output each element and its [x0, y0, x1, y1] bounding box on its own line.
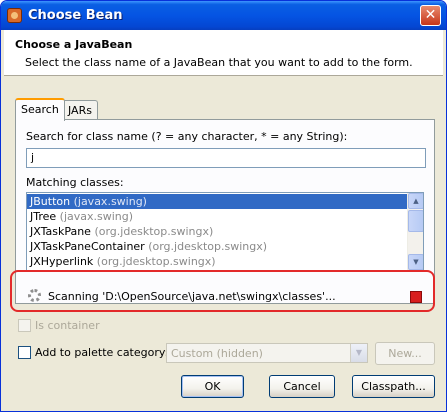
class-name: JXTaskPane — [30, 225, 91, 238]
list-item[interactable]: JTree (javax.swing) — [27, 209, 408, 224]
palette-category-value: Custom (hidden) — [171, 347, 263, 360]
class-name: JTree — [30, 210, 57, 223]
class-package: (javax.swing) — [59, 210, 134, 223]
list-item[interactable]: JXTaskPaneContainer (org.jdesktop.swingx… — [27, 239, 408, 254]
spinner-icon — [28, 289, 41, 302]
cancel-button[interactable]: Cancel — [269, 375, 335, 398]
search-label: Search for class name (? = any character… — [26, 130, 348, 143]
tab-search[interactable]: Search — [15, 98, 65, 121]
add-to-palette-label: Add to palette category: — [35, 346, 169, 359]
tab-search-label: Search — [21, 103, 59, 116]
search-input[interactable]: j — [26, 148, 426, 168]
matching-classes-list[interactable]: JButton (javax.swing) JTree (javax.swing… — [26, 192, 424, 271]
class-name: JXHyperlink — [30, 255, 94, 268]
header-description: Select the class name of a JavaBean that… — [25, 56, 413, 69]
scan-status-row: Scanning 'D:\OpenSource\java.net\swingx\… — [26, 286, 430, 308]
window-title: Choose Bean — [28, 8, 123, 23]
is-container-checkbox[interactable] — [18, 319, 31, 332]
class-package: (javax.swing) — [73, 195, 147, 208]
ok-button[interactable]: OK — [181, 375, 244, 398]
list-item[interactable]: JXTaskPane (org.jdesktop.swingx) — [27, 224, 408, 239]
new-category-button[interactable]: New... — [375, 342, 435, 365]
list-scrollbar[interactable]: ▲ ▼ — [407, 193, 423, 270]
list-item[interactable]: JXHyperlink (org.jdesktop.swingx) — [27, 254, 408, 269]
choose-bean-dialog: Choose Bean ✕ Choose a JavaBean Select t… — [0, 0, 447, 412]
tab-jars[interactable]: JARs — [62, 100, 98, 121]
app-icon — [7, 8, 22, 23]
header-panel: Choose a JavaBean Select the class name … — [4, 30, 443, 76]
title-bar[interactable]: Choose Bean ✕ — [1, 1, 446, 30]
close-icon: ✕ — [424, 7, 437, 23]
scroll-down-button[interactable]: ▼ — [408, 254, 423, 270]
chevron-up-icon: ▲ — [413, 197, 419, 205]
chevron-down-icon: ▼ — [413, 258, 419, 266]
scroll-up-button[interactable]: ▲ — [408, 193, 423, 209]
tab-jars-label: JARs — [68, 104, 92, 117]
classpath-button[interactable]: Classpath... — [352, 375, 435, 398]
search-tab-panel: Search for class name (? = any character… — [15, 119, 435, 304]
header-title: Choose a JavaBean — [15, 38, 133, 51]
list-item[interactable]: JButton (javax.swing) — [27, 194, 408, 209]
stop-scan-button[interactable] — [410, 291, 422, 303]
scan-status-text: Scanning 'D:\OpenSource\java.net\swingx\… — [48, 290, 336, 303]
chevron-down-icon[interactable]: ▼ — [350, 344, 367, 362]
close-button[interactable]: ✕ — [420, 5, 441, 26]
class-name: JXTaskPaneContainer — [30, 240, 145, 253]
scroll-thumb[interactable] — [408, 210, 423, 232]
class-name: JButton — [30, 195, 71, 208]
is-container-label: Is container — [35, 319, 100, 332]
class-package: (org.jdesktop.swingx) — [148, 240, 268, 253]
add-to-palette-checkbox[interactable] — [18, 346, 31, 359]
class-package: (org.jdesktop.swingx) — [96, 255, 216, 268]
palette-category-select[interactable]: Custom (hidden) ▼ — [166, 343, 368, 363]
matching-classes-label: Matching classes: — [26, 176, 124, 189]
class-package: (org.jdesktop.swingx) — [94, 225, 214, 238]
